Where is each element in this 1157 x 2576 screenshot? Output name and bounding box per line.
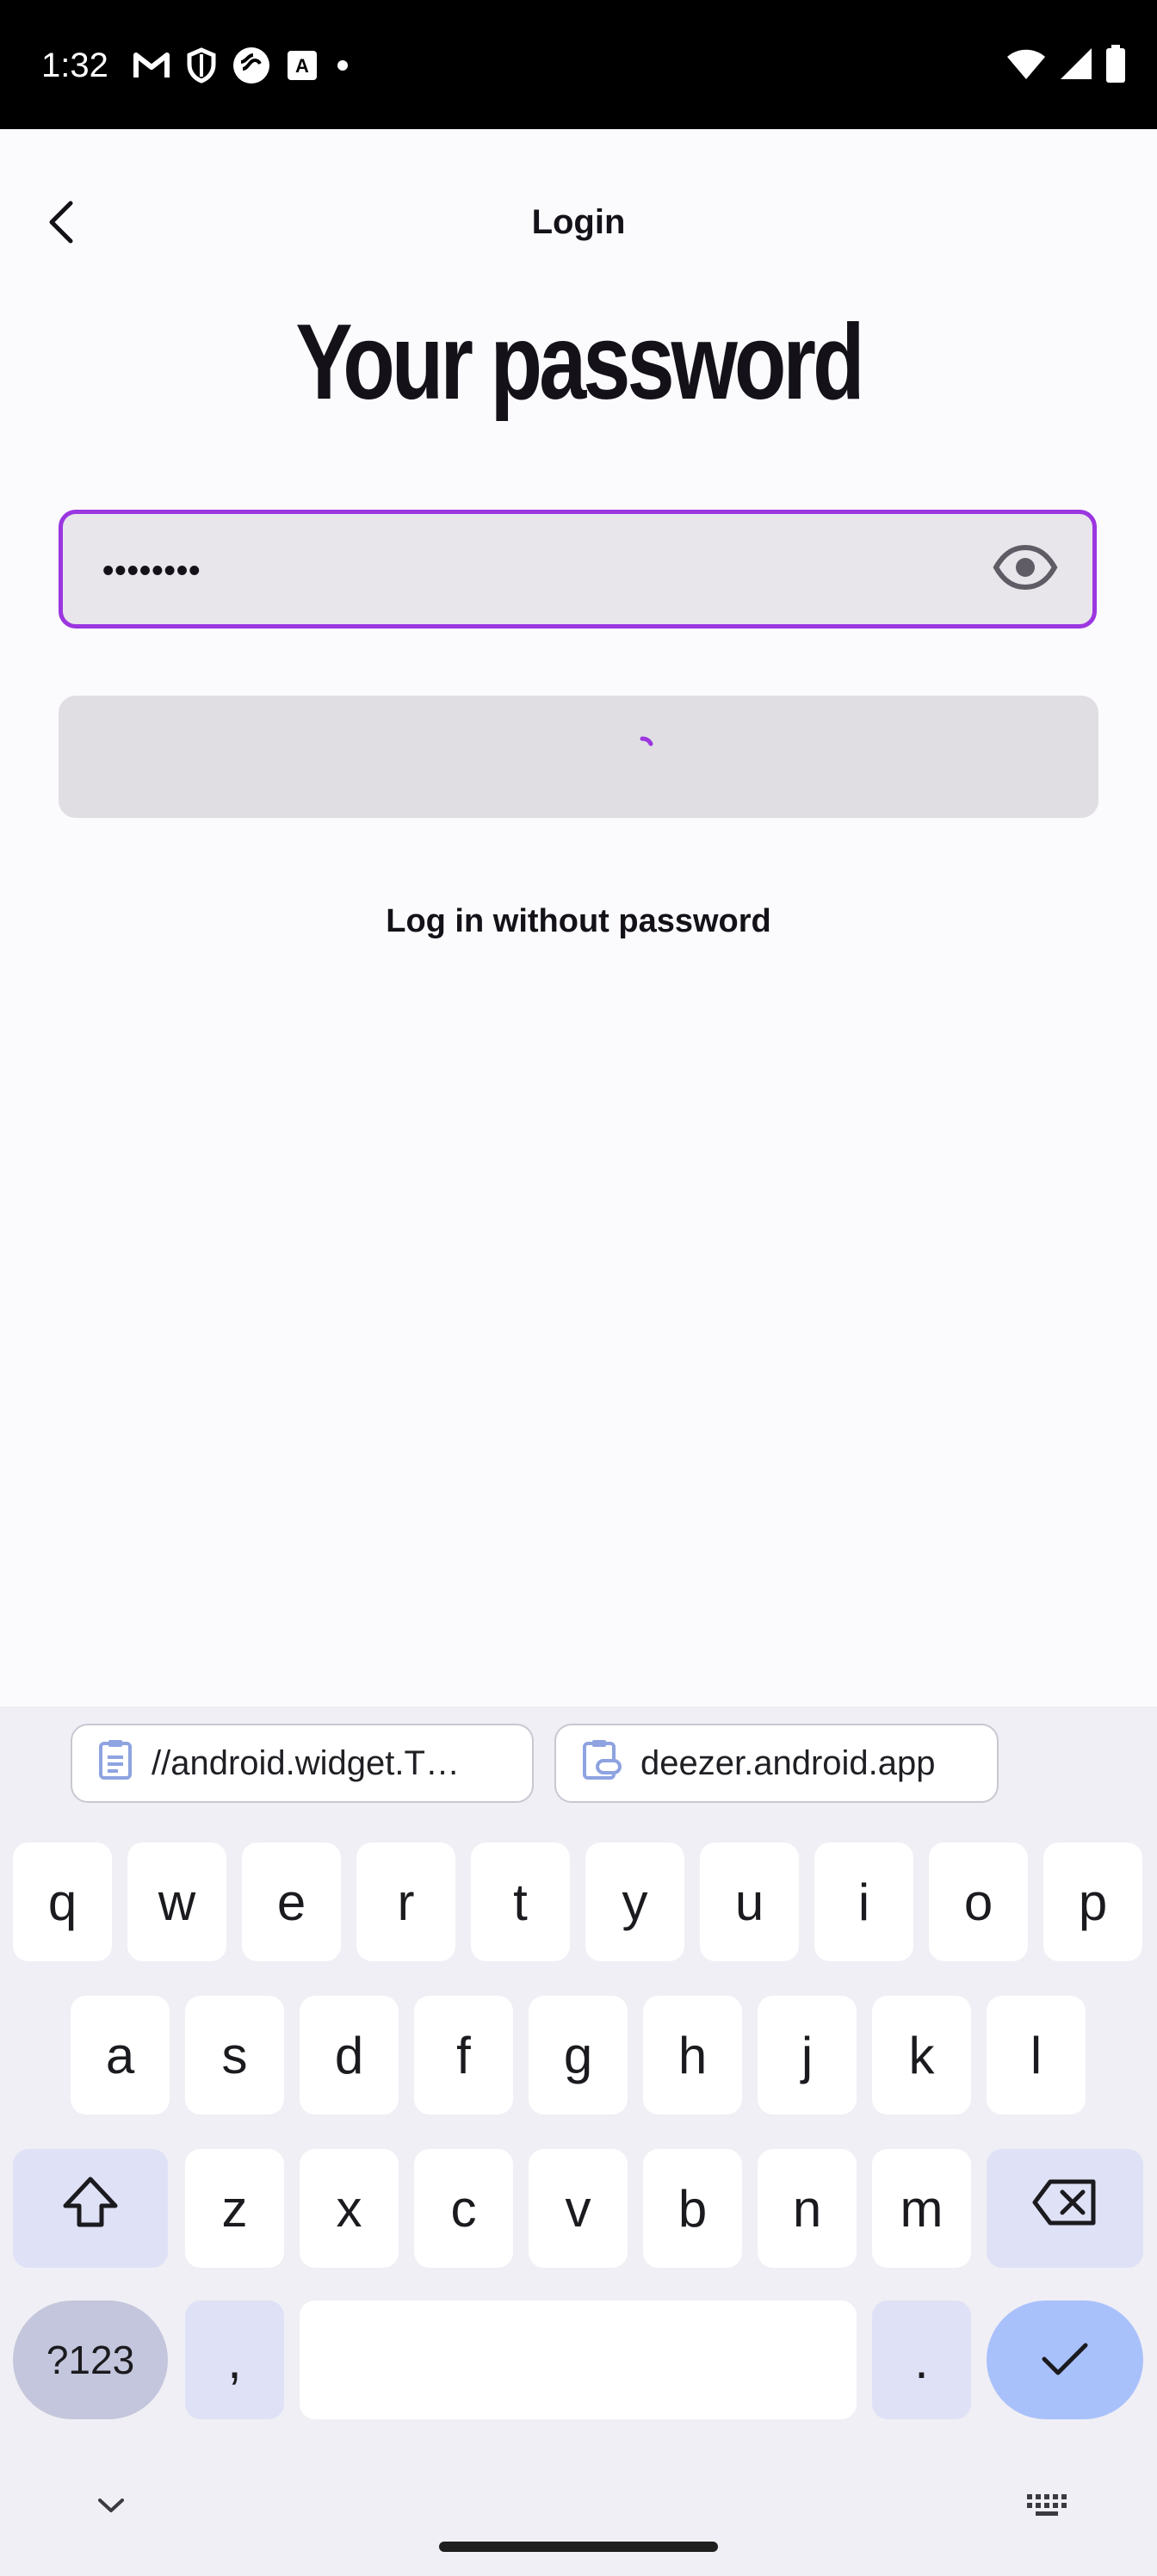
key-n[interactable]: n (758, 2149, 857, 2268)
key-i[interactable]: i (814, 1842, 913, 1961)
key-a[interactable]: a (71, 1996, 170, 2115)
app-bar: Login (0, 129, 1157, 313)
key-c[interactable]: c (414, 2149, 513, 2268)
key-l[interactable]: l (987, 1996, 1086, 2115)
key-j[interactable]: j (758, 1996, 857, 2115)
log-in-without-password-link[interactable]: Log in without password (0, 897, 1157, 945)
key-t[interactable]: t (471, 1842, 570, 1961)
password-value: •••••••• (102, 553, 201, 589)
key-g[interactable]: g (529, 1996, 628, 2115)
key-s[interactable]: s (185, 1996, 284, 2115)
clipboard-link-icon (582, 1738, 622, 1788)
shield-icon (186, 47, 217, 84)
translate-icon: A (286, 49, 319, 82)
key-h[interactable]: h (643, 1996, 742, 2115)
keyboard: //android.widget.T… deezer.android.app q… (0, 1706, 1157, 2576)
password-field[interactable]: •••••••• (59, 510, 1097, 629)
status-bar: 1:32 A (0, 0, 1157, 129)
key-q[interactable]: q (13, 1842, 112, 1961)
show-password-button[interactable] (993, 542, 1058, 597)
shift-icon (60, 2175, 121, 2242)
key-e[interactable]: e (242, 1842, 341, 1961)
eye-icon (993, 544, 1058, 594)
chevron-down-icon (96, 2496, 126, 2519)
key-r[interactable]: r (356, 1842, 455, 1961)
headline: Your password (295, 303, 864, 422)
key-w[interactable]: w (127, 1842, 226, 1961)
check-icon (1039, 2331, 1091, 2390)
dot-icon (334, 57, 351, 74)
system-icons (1005, 40, 1126, 88)
key-m[interactable]: m (872, 2149, 971, 2268)
status-time: 1:32 (41, 46, 108, 84)
key-z[interactable]: z (185, 2149, 284, 2268)
key-v[interactable]: v (529, 2149, 628, 2268)
comma-key[interactable]: , (185, 2300, 284, 2419)
battery-icon (1105, 45, 1126, 83)
symbols-key[interactable]: ?123 (13, 2300, 168, 2419)
key-p[interactable]: p (1043, 1842, 1142, 1961)
deezer-icon (232, 46, 270, 84)
shift-key[interactable] (13, 2149, 168, 2268)
clipboard-suggestion[interactable]: //android.widget.T… (71, 1724, 534, 1803)
backspace-key[interactable] (987, 2149, 1143, 2268)
space-key[interactable] (300, 2300, 857, 2419)
backspace-icon (1031, 2178, 1098, 2239)
keyboard-bottom-bar (0, 2464, 1157, 2576)
key-u[interactable]: u (700, 1842, 799, 1961)
svg-text:A: A (295, 55, 309, 77)
key-x[interactable]: x (300, 2149, 399, 2268)
period-key[interactable]: . (872, 2300, 971, 2419)
signal-icon (1059, 46, 1093, 81)
hide-keyboard-button[interactable] (86, 2481, 136, 2533)
wifi-icon (1005, 46, 1047, 81)
page-title: Login (531, 203, 626, 241)
gmail-icon (133, 50, 170, 81)
key-f[interactable]: f (414, 1996, 513, 2115)
clipboard-text: deezer.android.app (640, 1743, 936, 1782)
key-d[interactable]: d (300, 1996, 399, 2115)
key-k[interactable]: k (872, 1996, 971, 2115)
notification-icons: A (133, 43, 351, 88)
navigation-handle[interactable] (439, 2542, 718, 2552)
clipboard-text: //android.widget.T… (152, 1743, 460, 1782)
loading-spinner (635, 728, 661, 754)
clipboard-suggestion[interactable]: deezer.android.app (554, 1724, 999, 1803)
keyboard-icon (1025, 2492, 1068, 2523)
key-b[interactable]: b (643, 2149, 742, 2268)
clipboard-icon (98, 1738, 133, 1788)
key-o[interactable]: o (929, 1842, 1028, 1961)
switch-keyboard-button[interactable] (1021, 2481, 1073, 2533)
enter-key[interactable] (987, 2300, 1143, 2419)
submit-button[interactable] (59, 696, 1098, 818)
key-y[interactable]: y (585, 1842, 684, 1961)
